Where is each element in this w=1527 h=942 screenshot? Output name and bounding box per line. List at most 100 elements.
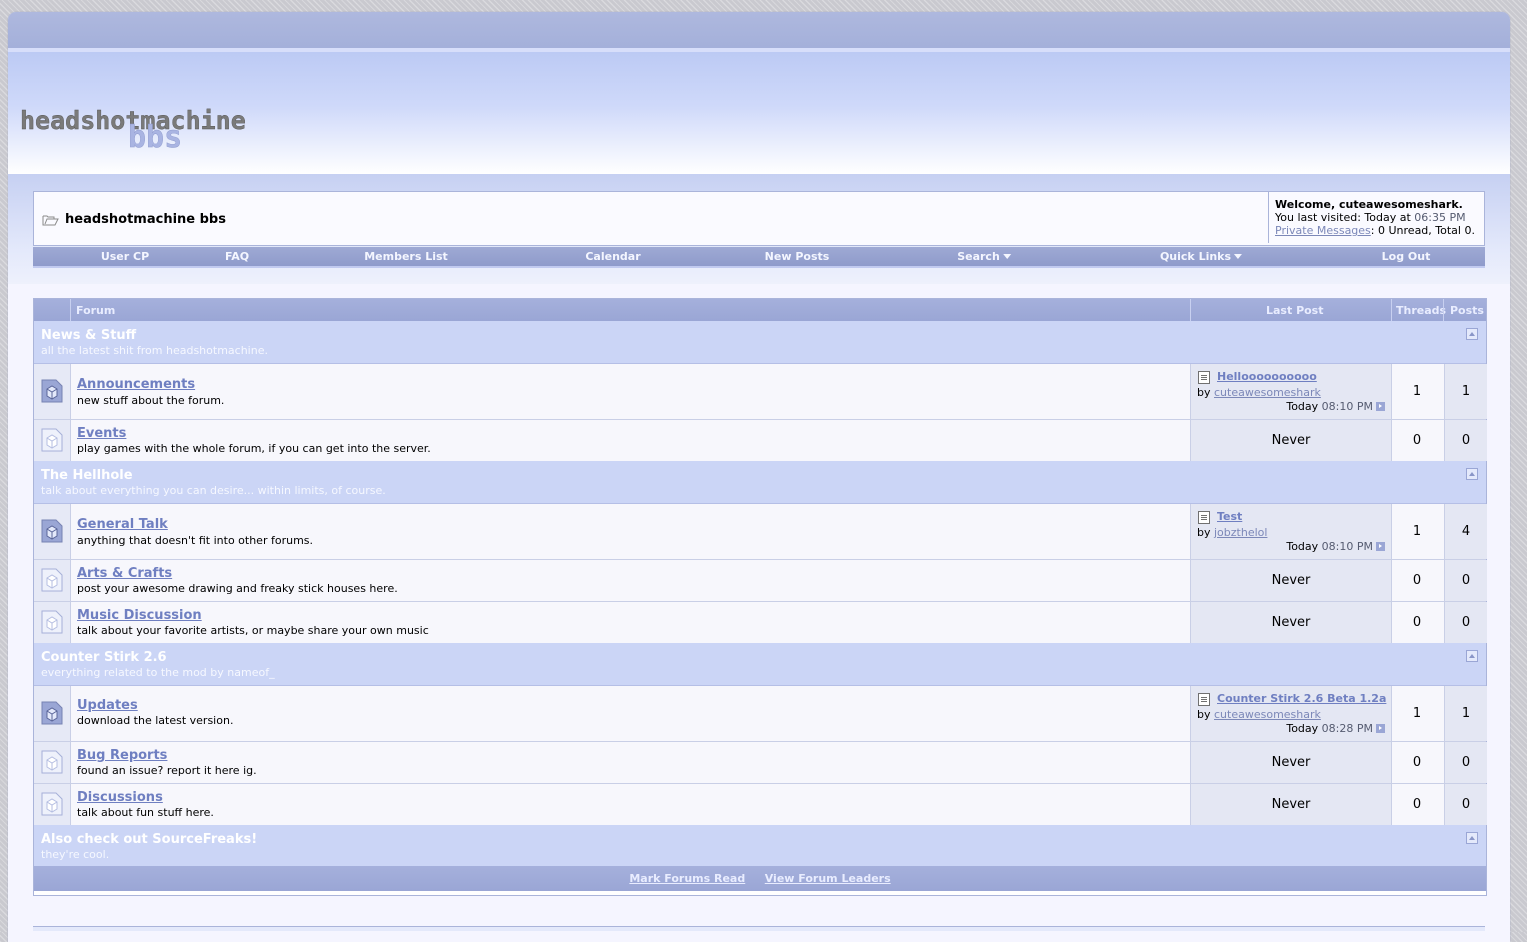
post-count: 0 [1444, 420, 1487, 461]
forum-row: Music Discussion talk about your favorit… [34, 602, 1487, 644]
forum-link-updates[interactable]: Updates [77, 698, 138, 713]
col-posts: Posts [1450, 304, 1484, 317]
forum-no-new-posts-icon [41, 428, 63, 452]
pm-status: : 0 Unread, Total 0. [1370, 224, 1475, 237]
last-post-day: Today [1286, 722, 1319, 735]
forum-desc: post your awesome drawing and freaky sti… [77, 582, 398, 595]
collapse-icon[interactable] [1466, 468, 1478, 480]
forum-link-bug-reports[interactable]: Bug Reports [77, 748, 167, 763]
thread-count: 1 [1412, 524, 1422, 539]
forum-table: Forum Last Post Threads Posts News & Stu… [33, 298, 1487, 896]
forum-row: Bug Reports found an issue? report it he… [34, 742, 1487, 784]
collapse-icon[interactable] [1466, 832, 1478, 844]
forum-desc: talk about fun stuff here. [77, 806, 214, 819]
menu-log-out[interactable]: Log Out [1382, 250, 1431, 263]
last-post-never: Never [1271, 755, 1311, 770]
last-post-title[interactable]: Test [1217, 510, 1242, 523]
welcome-box: Welcome, cuteawesomeshark. You last visi… [1268, 192, 1484, 243]
private-messages-link[interactable]: Private Messages [1275, 224, 1371, 237]
page: headshotmachine bbs headshotmachine bbs … [8, 12, 1510, 942]
forum-link-arts-crafts[interactable]: Arts & Crafts [77, 566, 172, 581]
post-icon [1198, 511, 1210, 524]
menu-calendar[interactable]: Calendar [585, 250, 640, 263]
last-post-cell: Helloooooooooo by cuteawesomeshark Today… [1190, 364, 1392, 419]
thread-count: 1 [1412, 706, 1422, 721]
goto-last-post-icon[interactable] [1376, 542, 1385, 551]
category-title[interactable]: Also check out SourceFreaks! [41, 832, 257, 847]
goto-last-post-icon[interactable] [1376, 724, 1385, 733]
forum-new-posts-icon [41, 701, 63, 725]
menu-new-posts[interactable]: New Posts [765, 250, 830, 263]
last-post-cell: Test by jobzthelol Today 08:10 PM [1190, 504, 1392, 559]
site-logo[interactable]: headshotmachine bbs [20, 104, 340, 164]
caret-down-icon [1002, 254, 1011, 259]
last-post-title[interactable]: Helloooooooooo [1217, 370, 1317, 383]
menu-search-label: Search [957, 250, 1000, 263]
category-title[interactable]: News & Stuff [41, 328, 136, 343]
last-post-cell: Never [1190, 560, 1392, 601]
last-post-user[interactable]: cuteawesomeshark [1214, 708, 1321, 721]
post-count: 0 [1444, 784, 1487, 825]
last-post-title[interactable]: Counter Stirk 2.6 Beta 1.2a [1217, 692, 1386, 705]
menu-quick-links[interactable]: Quick Links [1160, 250, 1243, 263]
forum-link-announcements[interactable]: Announcements [77, 377, 195, 392]
goto-last-post-icon[interactable] [1376, 402, 1385, 411]
last-post-time: 08:28 PM [1321, 722, 1373, 735]
forum-no-new-posts-icon [41, 792, 63, 816]
col-last-post: Last Post [1266, 304, 1324, 317]
last-post-user[interactable]: jobzthelol [1214, 526, 1267, 539]
folder-open-icon[interactable] [42, 213, 59, 226]
forum-link-discussions[interactable]: Discussions [77, 790, 163, 805]
forum-desc: new stuff about the forum. [77, 394, 225, 407]
collapse-icon[interactable] [1466, 650, 1478, 662]
logo-text-bottom: bbs [128, 120, 182, 155]
breadcrumb: headshotmachine bbs [42, 212, 226, 227]
mark-forums-read-link[interactable]: Mark Forums Read [629, 872, 745, 885]
top-bar [8, 12, 1510, 52]
category-title[interactable]: Counter Stirk 2.6 [41, 650, 167, 665]
menu-bar: User CP FAQ Members List Calendar New Po… [33, 247, 1485, 268]
last-post-cell: Never [1190, 420, 1392, 461]
view-forum-leaders-link[interactable]: View Forum Leaders [765, 872, 891, 885]
post-count: 4 [1444, 504, 1487, 559]
last-visited-time: 06:35 PM [1414, 211, 1466, 224]
forum-desc: download the latest version. [77, 714, 234, 727]
last-post-never: Never [1271, 615, 1311, 630]
thread-count: 1 [1412, 384, 1422, 399]
last-post-cell: Never [1190, 784, 1392, 825]
forum-desc: found an issue? report it here ig. [77, 764, 257, 777]
menu-members-list[interactable]: Members List [364, 250, 448, 263]
menu-search[interactable]: Search [957, 250, 1011, 263]
category-sourcefreaks: Also check out SourceFreaks! they're coo… [34, 825, 1486, 868]
by-label: by [1197, 386, 1211, 399]
last-post-user[interactable]: cuteawesomeshark [1214, 386, 1321, 399]
last-post-never: Never [1271, 433, 1311, 448]
forum-row: Announcements new stuff about the forum.… [34, 364, 1487, 420]
last-post-time: 08:10 PM [1321, 400, 1373, 413]
collapse-icon[interactable] [1466, 328, 1478, 340]
forum-row: General Talk anything that doesn't fit i… [34, 504, 1487, 560]
menu-user-cp[interactable]: User CP [101, 250, 149, 263]
next-section-edge [33, 926, 1485, 931]
table-header: Forum Last Post Threads Posts [34, 299, 1486, 321]
forum-link-general-talk[interactable]: General Talk [77, 517, 168, 532]
menu-faq[interactable]: FAQ [225, 250, 249, 263]
category-desc: they're cool. [41, 848, 110, 861]
last-visited-label: You last visited: Today at [1275, 211, 1411, 224]
table-footer: Mark Forums Read View Forum Leaders [34, 866, 1486, 891]
forum-no-new-posts-icon [41, 568, 63, 592]
by-label: by [1197, 708, 1211, 721]
thread-count: 0 [1412, 755, 1422, 770]
category-hellhole: The Hellhole talk about everything you c… [34, 461, 1486, 504]
category-desc: all the latest shit from headshotmachine… [41, 344, 268, 357]
last-post-cell: Counter Stirk 2.6 Beta 1.2a by cuteaweso… [1190, 686, 1392, 741]
forum-link-events[interactable]: Events [77, 426, 126, 441]
category-title[interactable]: The Hellhole [41, 468, 133, 483]
post-count: 1 [1444, 686, 1487, 741]
category-desc: everything related to the mod by nameof_ [41, 666, 275, 679]
category-desc: talk about everything you can desire... … [41, 484, 386, 497]
page-title[interactable]: headshotmachine bbs [65, 212, 226, 227]
forum-link-music-discussion[interactable]: Music Discussion [77, 608, 202, 623]
forum-desc: play games with the whole forum, if you … [77, 442, 431, 455]
post-count: 1 [1444, 364, 1487, 419]
